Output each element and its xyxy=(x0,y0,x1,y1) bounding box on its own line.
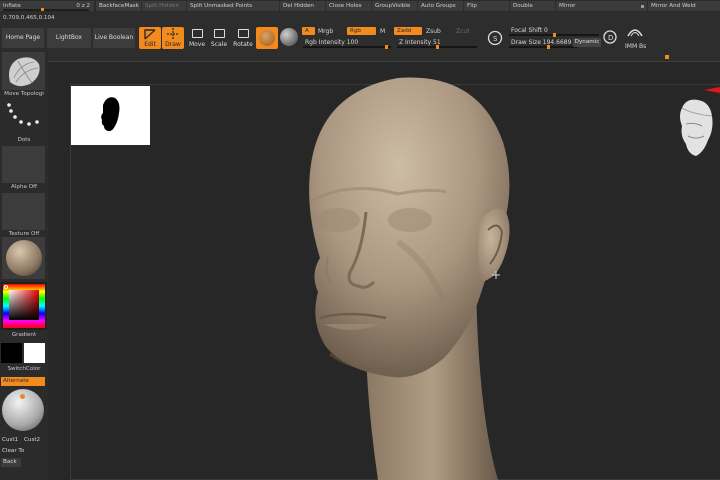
dynamic-button[interactable]: Dynamic xyxy=(573,38,601,47)
rgb-button[interactable]: Rgb xyxy=(347,27,376,35)
z-intensity-label: Z Intensity 51 xyxy=(399,39,441,46)
mirror-button[interactable]: Mirror xyxy=(556,1,647,11)
rotate-label: Rotate xyxy=(233,41,253,48)
move-topological-label: Move Topologi xyxy=(4,91,44,97)
z-intensity-knob[interactable] xyxy=(436,45,439,49)
color-picker-cursor[interactable] xyxy=(4,285,8,289)
backface-mask-button[interactable]: BackfaceMask xyxy=(96,1,141,11)
secondary-color-swatch[interactable] xyxy=(24,343,45,363)
lightbox-button[interactable]: LightBox xyxy=(47,28,91,48)
axis-indicator-icon xyxy=(704,87,720,93)
clear-to-button[interactable]: Clear To xyxy=(2,448,24,454)
coordinates-readout: 0.709,0.465,0.104 xyxy=(3,15,55,21)
color-picker[interactable] xyxy=(1,282,47,330)
mirror-axis-indicator xyxy=(641,5,644,8)
material-sphere-icon xyxy=(259,30,275,46)
texture-sphere-button[interactable] xyxy=(280,28,298,46)
top-menu-strip: Inflate 0 z 2 BackfaceMask Split Hidden … xyxy=(0,0,720,12)
toolbar-orange-marker xyxy=(665,55,669,59)
imm-bs-label: IMM Bs xyxy=(625,43,647,50)
top-toolbar: Home Page LightBox Live Boolean Edit Dra… xyxy=(0,12,720,62)
draw-icon xyxy=(167,28,179,39)
material-sphere-icon xyxy=(6,240,42,276)
move-topological-brush-icon xyxy=(9,57,40,87)
left-shelf: Move Topologi Dots Alpha Off Texture Off… xyxy=(0,50,48,480)
svg-text:D: D xyxy=(608,34,613,42)
zadd-button[interactable]: Zadd xyxy=(394,27,422,35)
edit-icon xyxy=(144,29,156,40)
del-hidden-button[interactable]: Del Hidden xyxy=(280,1,325,11)
inflate-track xyxy=(3,8,89,11)
mirror-label: Mirror xyxy=(559,3,576,9)
custom-material-sphere[interactable] xyxy=(2,389,44,431)
scale-label: Scale xyxy=(210,41,228,48)
focal-shift-label: Focal Shift 0 xyxy=(511,27,548,34)
move-icon xyxy=(192,29,203,38)
split-unmasked-points-button[interactable]: Split Unmasked Points xyxy=(187,1,279,11)
alpha-off-label: Alpha Off xyxy=(11,184,37,190)
cust1-button[interactable]: Cust1 xyxy=(2,437,18,443)
focal-shift-slider[interactable] xyxy=(509,33,599,37)
back-button[interactable]: Back xyxy=(1,458,21,467)
flip-button[interactable]: Flip xyxy=(464,1,509,11)
scale-button[interactable]: Scale xyxy=(208,27,230,49)
dots-stroke-icon xyxy=(7,103,39,126)
scale-icon xyxy=(214,29,225,38)
texture-selector[interactable] xyxy=(2,193,45,230)
focal-shift-knob[interactable] xyxy=(553,33,556,37)
svg-text:S: S xyxy=(493,35,498,43)
split-hidden-button[interactable]: Split Hidden xyxy=(142,1,186,11)
rotate-icon xyxy=(238,29,249,38)
rgb-intensity-label: Rgb Intensity 100 xyxy=(305,39,359,46)
dots-label: Dots xyxy=(17,137,31,143)
draw-dot-icon[interactable]: D xyxy=(602,29,622,49)
inflate-slider[interactable]: Inflate 0 z 2 xyxy=(0,1,94,11)
auto-groups-button[interactable]: Auto Groups xyxy=(418,1,463,11)
edit-label: Edit xyxy=(144,41,156,48)
navigation-gizmo-head[interactable] xyxy=(674,96,720,162)
alternate-button[interactable]: Alternate xyxy=(1,377,45,386)
home-page-button[interactable]: Home Page xyxy=(2,28,44,48)
draw-button[interactable]: Draw xyxy=(162,27,184,49)
gradient-label: Gradient xyxy=(11,332,37,338)
stroke-selector[interactable] xyxy=(2,99,45,137)
material-selector[interactable] xyxy=(2,237,45,279)
switch-color-button[interactable]: SwitchColor xyxy=(0,366,48,372)
mirror-and-weld-button[interactable]: Mirror And Weld xyxy=(648,1,720,11)
alpha-selector[interactable] xyxy=(2,146,45,183)
brush-selector[interactable] xyxy=(2,52,45,90)
live-boolean-button[interactable]: Live Boolean xyxy=(93,28,135,48)
move-button[interactable]: Move xyxy=(186,27,208,49)
move-label: Move xyxy=(188,41,206,48)
spotlight-icon[interactable]: S xyxy=(486,29,506,49)
draw-size-label: Draw Size 194.6689 xyxy=(511,39,572,46)
mrgb-button[interactable]: Mrgb xyxy=(318,28,333,35)
imm-brush-icon[interactable] xyxy=(625,26,645,40)
head-sculpt-model[interactable] xyxy=(48,62,720,480)
a-button[interactable]: A xyxy=(302,27,315,35)
zcut-button[interactable]: Zcut xyxy=(456,28,470,35)
rotate-button[interactable]: Rotate xyxy=(232,27,254,49)
close-holes-button[interactable]: Close Holes xyxy=(326,1,371,11)
edit-button[interactable]: Edit xyxy=(139,27,161,49)
z-intensity-slider[interactable] xyxy=(397,45,477,49)
m-button[interactable]: M xyxy=(380,28,385,35)
draw-size-slider[interactable] xyxy=(509,45,577,49)
draw-label: Draw xyxy=(165,41,181,48)
color-saturation-square[interactable] xyxy=(9,290,39,320)
viewport-canvas[interactable] xyxy=(48,62,720,480)
rgb-intensity-slider[interactable] xyxy=(303,45,391,49)
main-color-swatch[interactable] xyxy=(1,343,22,363)
group-visible-button[interactable]: GroupVisible xyxy=(372,1,417,11)
draw-size-knob[interactable] xyxy=(547,45,550,49)
double-button[interactable]: Double xyxy=(510,1,555,11)
sphere-marker xyxy=(20,394,25,399)
zsub-button[interactable]: Zsub xyxy=(426,28,441,35)
rgb-intensity-knob[interactable] xyxy=(385,45,388,49)
material-button[interactable] xyxy=(256,27,278,49)
cust2-button[interactable]: Cust2 xyxy=(24,437,40,443)
